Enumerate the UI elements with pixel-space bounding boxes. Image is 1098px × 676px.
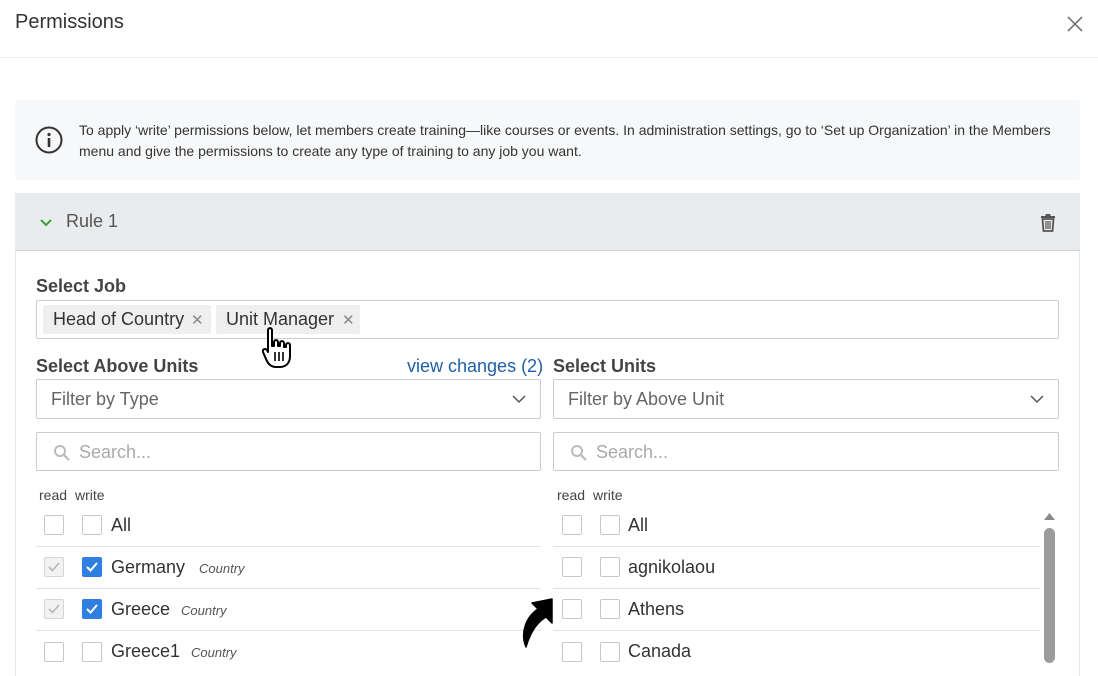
read-all-checkbox[interactable]	[562, 515, 582, 535]
write-checkbox[interactable]	[82, 599, 102, 619]
above-units-search	[36, 432, 541, 471]
table-row: Germany Country	[36, 547, 541, 589]
select-units-label: Select Units	[553, 356, 657, 376]
read-column-header: read	[39, 487, 68, 503]
select-job-label: Select Job	[36, 276, 127, 296]
unit-name: Athens	[628, 599, 685, 619]
table-row: Canada	[553, 631, 1040, 673]
unit-type: Country	[199, 561, 245, 576]
write-all-checkbox[interactable]	[600, 515, 620, 535]
list-item-all: All	[553, 505, 1040, 547]
view-changes-link[interactable]: view changes (2)	[407, 356, 543, 377]
filter-by-above-unit-value: Filter by Above Unit	[568, 389, 725, 409]
job-tag-label: Head of Country	[53, 309, 185, 329]
read-all-checkbox[interactable]	[44, 515, 64, 535]
job-tag-label: Unit Manager	[226, 309, 335, 329]
scroll-up-icon[interactable]	[1043, 511, 1056, 521]
info-banner: To apply ‘write’ permissions below, let …	[15, 100, 1080, 180]
write-checkbox[interactable]	[82, 642, 102, 662]
scrollbar-thumb[interactable]	[1044, 528, 1055, 663]
write-all-checkbox[interactable]	[82, 515, 102, 535]
write-column-header: write	[75, 487, 105, 503]
unit-type: Country	[191, 645, 237, 660]
info-text: To apply ‘write’ permissions below, let …	[79, 122, 1051, 159]
read-checkbox[interactable]	[44, 599, 64, 619]
close-icon[interactable]	[1063, 12, 1087, 36]
read-checkbox[interactable]	[44, 557, 64, 577]
dialog-header: Permissions	[0, 0, 1098, 58]
rule-header[interactable]: Rule 1	[15, 193, 1080, 251]
write-checkbox[interactable]	[82, 557, 102, 577]
row-name: All	[111, 515, 132, 535]
select-above-units-label: Select Above Units	[36, 356, 199, 376]
unit-type: Country	[181, 603, 227, 618]
filter-by-type-value: Filter by Type	[51, 389, 159, 409]
read-checkbox[interactable]	[562, 599, 582, 619]
job-tag: Head of Country ✕	[43, 305, 211, 334]
chevron-down-icon	[1030, 395, 1044, 404]
table-row: Greece1 Country	[36, 631, 541, 673]
filter-by-type-dropdown[interactable]: Filter by Type	[36, 379, 541, 419]
rule-title: Rule 1	[66, 211, 119, 231]
read-checkbox[interactable]	[562, 557, 582, 577]
table-row: agnikolaou	[553, 547, 1040, 589]
trash-icon[interactable]	[1039, 213, 1057, 232]
list-item-all: All	[36, 505, 541, 547]
filter-by-above-unit-dropdown[interactable]: Filter by Above Unit	[553, 379, 1059, 419]
job-tag: Unit Manager ✕	[216, 305, 360, 334]
unit-name: Canada	[628, 641, 692, 661]
search-icon	[571, 445, 587, 461]
units-search	[553, 432, 1059, 471]
unit-name: Greece	[111, 599, 171, 619]
above-units-search-input[interactable]	[79, 441, 519, 463]
read-checkbox[interactable]	[44, 642, 64, 662]
unit-name: Germany	[111, 557, 186, 577]
write-column-header: write	[593, 487, 623, 503]
read-column-header: read	[557, 487, 586, 503]
remove-tag-icon[interactable]: ✕	[342, 311, 355, 329]
table-row: Athens	[553, 589, 1040, 631]
unit-name: Greece1	[111, 641, 181, 661]
read-checkbox[interactable]	[562, 642, 582, 662]
chevron-down-icon	[512, 395, 526, 404]
write-checkbox[interactable]	[600, 642, 620, 662]
info-icon	[35, 126, 63, 154]
remove-tag-icon[interactable]: ✕	[191, 311, 204, 329]
write-checkbox[interactable]	[600, 557, 620, 577]
chevron-down-icon[interactable]	[39, 216, 53, 228]
unit-name: agnikolaou	[628, 557, 716, 577]
row-name: All	[628, 515, 649, 535]
units-search-input[interactable]	[596, 441, 1036, 463]
dialog-title: Permissions	[15, 11, 124, 33]
write-checkbox[interactable]	[600, 599, 620, 619]
search-icon	[54, 445, 70, 461]
table-row: Greece Country	[36, 589, 541, 631]
job-multiselect[interactable]: Head of Country ✕ Unit Manager ✕	[36, 300, 1059, 339]
